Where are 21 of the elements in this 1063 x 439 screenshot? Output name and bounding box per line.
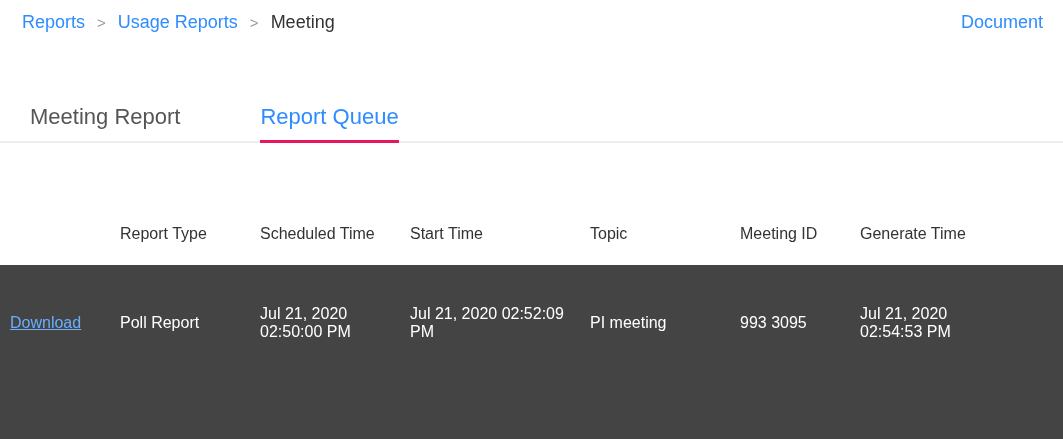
table-cell-text: Poll Report	[120, 314, 201, 332]
table-cell-text: PI meeting	[590, 314, 668, 332]
column-header: Scheduled Time	[260, 225, 376, 243]
table-cell-text: Jul 21, 2020 02:52:09 PM	[410, 305, 565, 341]
tab[interactable]: Meeting Report	[30, 104, 181, 143]
table-cell-text: Jul 21, 2020 02:50:00 PM	[260, 305, 352, 341]
column-header: Report Type	[120, 225, 208, 243]
breadcrumb-link[interactable]: Usage Reports	[117, 11, 238, 33]
column-header: Topic	[590, 225, 629, 243]
breadcrumb-separator: >	[249, 13, 259, 31]
table-cell-text: 993 3095	[740, 314, 808, 332]
breadcrumb-current: Meeting	[270, 11, 335, 33]
download-link[interactable]: Download	[10, 314, 82, 331]
tab[interactable]: Report Queue	[260, 104, 399, 143]
column-header: Generate Time	[860, 225, 967, 243]
breadcrumb-link[interactable]: Reports	[22, 11, 86, 33]
document-link[interactable]: Document	[960, 11, 1043, 33]
column-header: Meeting ID	[740, 225, 819, 243]
column-header: Start Time	[410, 225, 484, 243]
table-cell-text: Jul 21, 2020 02:54:53 PM	[860, 305, 952, 341]
breadcrumb-separator: >	[97, 13, 106, 31]
